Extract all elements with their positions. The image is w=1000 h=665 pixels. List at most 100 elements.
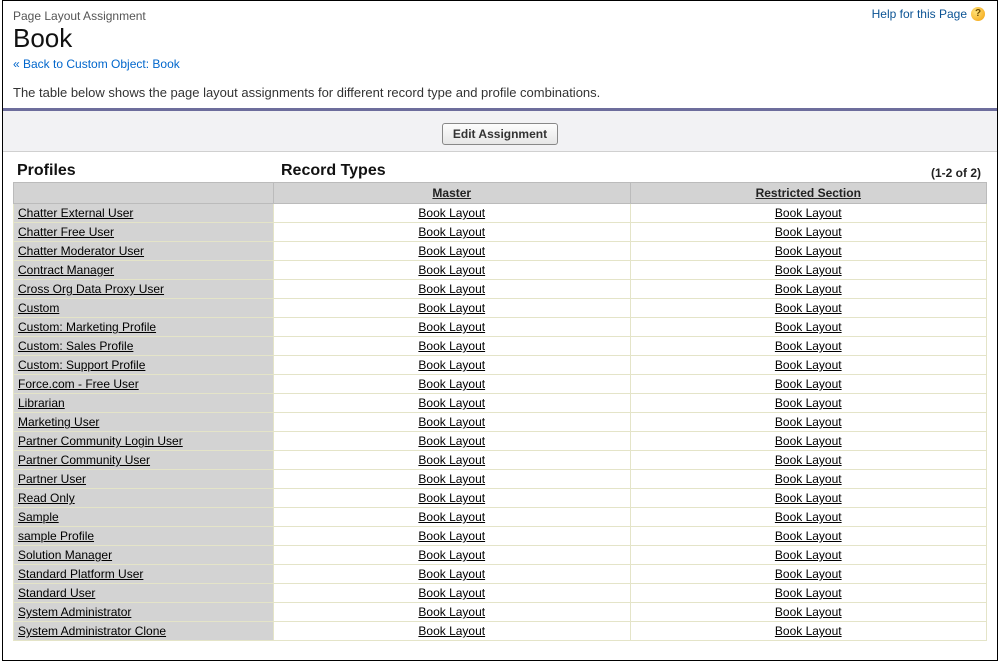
layout-link[interactable]: Book Layout bbox=[418, 206, 485, 220]
layout-link[interactable]: Book Layout bbox=[418, 339, 485, 353]
profile-link[interactable]: Custom: Sales Profile bbox=[18, 339, 133, 353]
layout-cell: Book Layout bbox=[630, 394, 987, 413]
layout-link[interactable]: Book Layout bbox=[418, 453, 485, 467]
profile-link[interactable]: Partner Community Login User bbox=[18, 434, 183, 448]
layout-link[interactable]: Book Layout bbox=[775, 339, 842, 353]
layout-link[interactable]: Book Layout bbox=[775, 586, 842, 600]
layout-link[interactable]: Book Layout bbox=[775, 472, 842, 486]
layout-cell: Book Layout bbox=[630, 603, 987, 622]
layout-cell: Book Layout bbox=[274, 584, 631, 603]
layout-link[interactable]: Book Layout bbox=[775, 396, 842, 410]
profile-link[interactable]: System Administrator Clone bbox=[18, 624, 166, 638]
profile-cell: Partner Community User bbox=[14, 451, 274, 470]
profile-link[interactable]: Standard User bbox=[18, 586, 95, 600]
profile-link[interactable]: Read Only bbox=[18, 491, 75, 505]
profile-cell: Chatter External User bbox=[14, 204, 274, 223]
profile-link[interactable]: Custom: Marketing Profile bbox=[18, 320, 156, 334]
profile-link[interactable]: Chatter External User bbox=[18, 206, 133, 220]
layout-link[interactable]: Book Layout bbox=[775, 510, 842, 524]
layout-link[interactable]: Book Layout bbox=[418, 396, 485, 410]
layout-link[interactable]: Book Layout bbox=[418, 529, 485, 543]
layout-link[interactable]: Book Layout bbox=[418, 586, 485, 600]
profile-link[interactable]: sample Profile bbox=[18, 529, 94, 543]
layout-cell: Book Layout bbox=[630, 299, 987, 318]
layout-link[interactable]: Book Layout bbox=[775, 491, 842, 505]
layout-link[interactable]: Book Layout bbox=[775, 434, 842, 448]
layout-cell: Book Layout bbox=[274, 603, 631, 622]
edit-assignment-button[interactable]: Edit Assignment bbox=[442, 123, 558, 145]
profile-link[interactable]: Contract Manager bbox=[18, 263, 114, 277]
layout-link[interactable]: Book Layout bbox=[418, 624, 485, 638]
layout-link[interactable]: Book Layout bbox=[418, 244, 485, 258]
layout-link[interactable]: Book Layout bbox=[418, 510, 485, 524]
profile-link[interactable]: Custom: Support Profile bbox=[18, 358, 145, 372]
layout-link[interactable]: Book Layout bbox=[775, 320, 842, 334]
layout-link[interactable]: Book Layout bbox=[775, 605, 842, 619]
layout-link[interactable]: Book Layout bbox=[418, 548, 485, 562]
layout-link[interactable]: Book Layout bbox=[775, 225, 842, 239]
profile-cell: Partner User bbox=[14, 470, 274, 489]
back-link[interactable]: « Back to Custom Object: Book bbox=[13, 57, 180, 71]
layout-cell: Book Layout bbox=[274, 223, 631, 242]
profile-link[interactable]: Marketing User bbox=[18, 415, 99, 429]
assignment-table-head: MasterRestricted Section bbox=[14, 183, 987, 204]
layout-cell: Book Layout bbox=[274, 318, 631, 337]
profile-link[interactable]: Custom bbox=[18, 301, 59, 315]
layout-link[interactable]: Book Layout bbox=[775, 377, 842, 391]
help-icon[interactable]: ? bbox=[971, 7, 985, 21]
layout-link[interactable]: Book Layout bbox=[418, 263, 485, 277]
layout-link[interactable]: Book Layout bbox=[775, 206, 842, 220]
profile-link[interactable]: Partner User bbox=[18, 472, 86, 486]
layout-link[interactable]: Book Layout bbox=[418, 434, 485, 448]
layout-link[interactable]: Book Layout bbox=[418, 491, 485, 505]
profile-link[interactable]: System Administrator bbox=[18, 605, 131, 619]
table-row: Chatter Moderator User Book Layout Book La… bbox=[14, 242, 987, 261]
help-for-page-link[interactable]: Help for this Page bbox=[872, 7, 967, 21]
layout-cell: Book Layout bbox=[274, 470, 631, 489]
page-title: Book bbox=[13, 23, 987, 54]
layout-link[interactable]: Book Layout bbox=[418, 377, 485, 391]
layout-cell: Book Layout bbox=[630, 565, 987, 584]
page-description: The table below shows the page layout as… bbox=[3, 75, 997, 108]
profile-cell: Custom bbox=[14, 299, 274, 318]
layout-cell: Book Layout bbox=[630, 318, 987, 337]
profile-link[interactable]: Partner Community User bbox=[18, 453, 150, 467]
layout-link[interactable]: Book Layout bbox=[775, 567, 842, 581]
layout-link[interactable]: Book Layout bbox=[775, 415, 842, 429]
record-type-column-header[interactable]: Master bbox=[274, 183, 631, 204]
profile-link[interactable]: Sample bbox=[18, 510, 59, 524]
layout-link[interactable]: Book Layout bbox=[775, 529, 842, 543]
layout-cell: Book Layout bbox=[274, 489, 631, 508]
layout-link[interactable]: Book Layout bbox=[418, 472, 485, 486]
layout-link[interactable]: Book Layout bbox=[775, 358, 842, 372]
record-type-column-header[interactable]: Restricted Section bbox=[630, 183, 987, 204]
layout-link[interactable]: Book Layout bbox=[775, 244, 842, 258]
profile-link[interactable]: Standard Platform User bbox=[18, 567, 143, 581]
section-divider bbox=[3, 108, 997, 117]
layout-link[interactable]: Book Layout bbox=[418, 567, 485, 581]
layout-link[interactable]: Book Layout bbox=[775, 263, 842, 277]
profile-link[interactable]: Cross Org Data Proxy User bbox=[18, 282, 164, 296]
layout-link[interactable]: Book Layout bbox=[418, 320, 485, 334]
layout-link[interactable]: Book Layout bbox=[775, 301, 842, 315]
layout-link[interactable]: Book Layout bbox=[775, 453, 842, 467]
layout-link[interactable]: Book Layout bbox=[418, 301, 485, 315]
layout-link[interactable]: Book Layout bbox=[775, 548, 842, 562]
layout-link[interactable]: Book Layout bbox=[775, 624, 842, 638]
profile-link[interactable]: Solution Manager bbox=[18, 548, 112, 562]
layout-link[interactable]: Book Layout bbox=[418, 415, 485, 429]
profile-link[interactable]: Librarian bbox=[18, 396, 65, 410]
profile-link[interactable]: Chatter Moderator User bbox=[18, 244, 144, 258]
layout-link[interactable]: Book Layout bbox=[418, 282, 485, 296]
layout-link[interactable]: Book Layout bbox=[418, 605, 485, 619]
profile-link[interactable]: Force.com - Free User bbox=[18, 377, 139, 391]
layout-cell: Book Layout bbox=[630, 489, 987, 508]
table-row: Solution Manager Book Layout Book Layout bbox=[14, 546, 987, 565]
profile-link[interactable]: Chatter Free User bbox=[18, 225, 114, 239]
page-section-label: Page Layout Assignment bbox=[13, 9, 987, 23]
layout-link[interactable]: Book Layout bbox=[418, 358, 485, 372]
layout-link[interactable]: Book Layout bbox=[775, 282, 842, 296]
profiles-column-header bbox=[14, 183, 274, 204]
layout-link[interactable]: Book Layout bbox=[418, 225, 485, 239]
profile-cell: Read Only bbox=[14, 489, 274, 508]
